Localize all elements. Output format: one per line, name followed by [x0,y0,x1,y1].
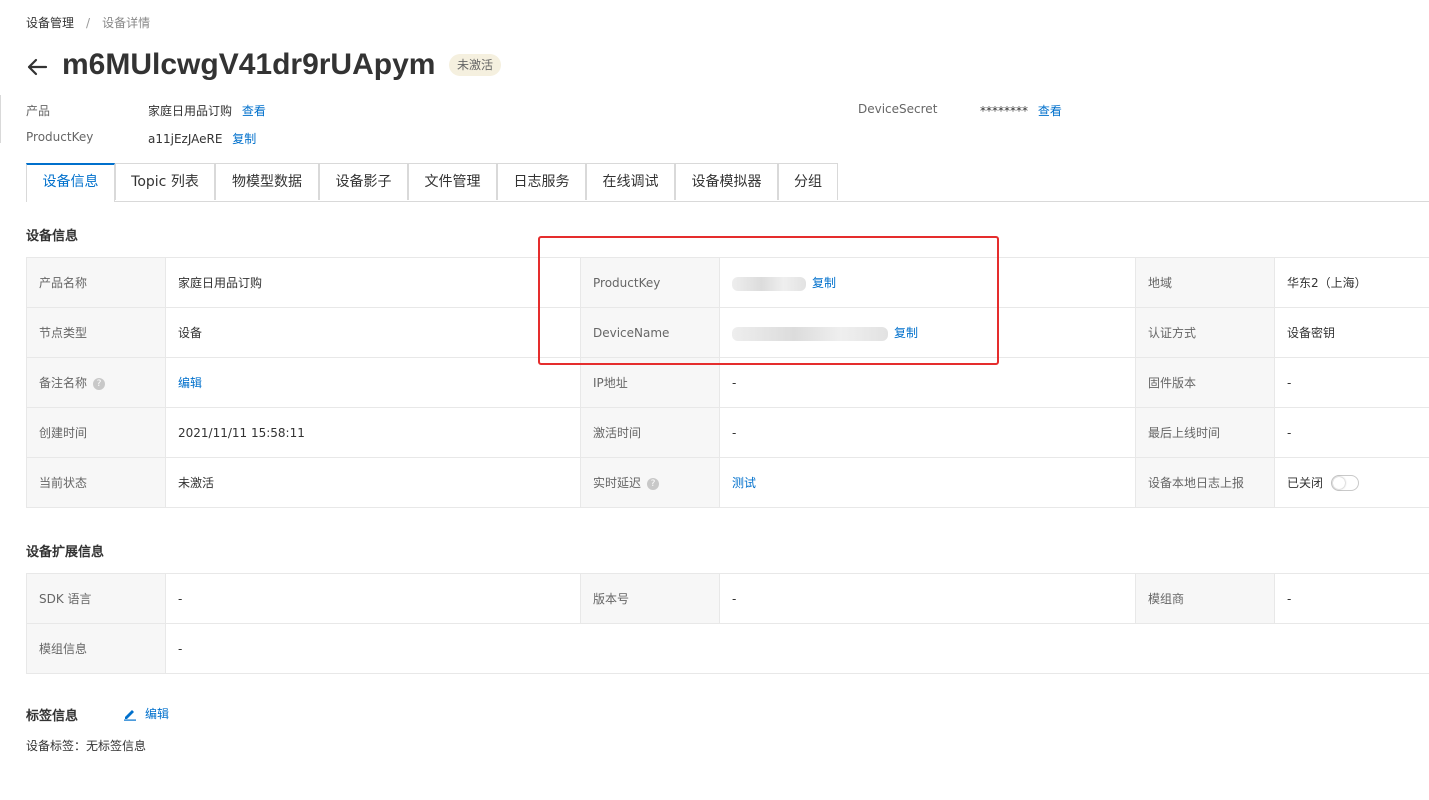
view-product-link[interactable]: 查看 [242,104,266,118]
tab-log-service[interactable]: 日志服务 [497,163,586,200]
latency-cell: 测试 [719,457,1136,508]
vendor-label: 模组商 [1135,573,1275,624]
node-type-label: 节点类型 [26,307,166,358]
ip-value: - [719,357,1136,408]
tab-bar: 设备信息 Topic 列表 物模型数据 设备影子 文件管理 日志服务 在线调试 … [26,163,1429,202]
meta-devicesecret-value: ******** 查看 [980,102,1062,119]
productkey-text: a11jEzJAeRE [148,132,223,146]
ext-info-title: 设备扩展信息 [26,545,105,560]
meta-productkey-value: a11jEzJAeRE 复制 [148,130,256,147]
devicename-label: DeviceName [580,307,720,358]
arrow-left-icon[interactable] [26,56,48,78]
state-label: 当前状态 [26,457,166,508]
ip-label: IP地址 [580,357,720,408]
tab-group[interactable]: 分组 [778,163,838,200]
meta-devicesecret-label: DeviceSecret [858,102,938,116]
activated-label: 激活时间 [580,407,720,458]
last-online-label: 最后上线时间 [1135,407,1275,458]
breadcrumb-separator: / [86,15,91,30]
tags-title: 标签信息 [26,709,79,724]
region-label: 地域 [1135,257,1275,308]
copy-productkey-button[interactable]: 复制 [812,276,836,290]
question-circle-icon[interactable]: ? [647,477,660,490]
created-label: 创建时间 [26,407,166,458]
breadcrumb-current: 设备详情 [102,16,151,30]
table-row: 备注名称? 编辑 IP地址 - 固件版本 - [26,357,1429,408]
alias-label-cell: 备注名称? [26,357,166,408]
firmware-value: - [1274,357,1429,408]
region-value: 华东2（上海） [1274,257,1429,308]
device-tags-line: 设备标签：无标签信息 [26,737,146,754]
device-tags-value: 无标签信息 [86,739,147,753]
table-row: 当前状态 未激活 实时延迟? 测试 设备本地日志上报 已关闭 [26,457,1429,508]
question-circle-icon[interactable]: ? [93,377,106,390]
tab-online-debug[interactable]: 在线调试 [586,163,675,200]
sdk-label: SDK 语言 [26,573,166,624]
local-log-cell: 已关闭 [1274,457,1429,508]
view-devicesecret-link[interactable]: 查看 [1038,104,1062,118]
pencil-icon [123,707,137,721]
copy-productkey-link[interactable]: 复制 [232,132,256,146]
copy-devicename-button[interactable]: 复制 [894,326,918,340]
blurred-productkey [732,276,806,291]
alias-cell: 编辑 [165,357,581,408]
latency-label: 实时延迟 [593,476,642,490]
device-tags-label: 设备标签： [26,739,87,753]
local-log-status: 已关闭 [1287,475,1324,490]
blurred-devicename [732,326,888,341]
state-value: 未激活 [165,457,581,508]
table-row: 模组信息 - [26,623,1429,674]
devicename-cell: 复制 [719,307,1136,358]
version-value: - [719,573,1136,624]
meta-product-label: 产品 [26,104,51,118]
productkey-cell: 复制 [719,257,1136,308]
created-value: 2021/11/11 15:58:11 [165,407,581,458]
breadcrumb-device-management[interactable]: 设备管理 [26,14,74,31]
module-value: - [165,623,1429,674]
firmware-label: 固件版本 [1135,357,1275,408]
product-name-label: 产品名称 [26,257,166,308]
table-row: 产品名称 家庭日用品订购 ProductKey 复制 地域 华东2（上海） [26,257,1429,308]
tab-thing-model-data[interactable]: 物模型数据 [215,163,319,200]
local-log-toggle[interactable] [1331,475,1360,492]
tab-device-shadow[interactable]: 设备影子 [319,163,408,200]
latency-test-button[interactable]: 测试 [732,476,756,490]
tab-device-simulator[interactable]: 设备模拟器 [675,163,778,200]
ext-info-table: SDK 语言 - 版本号 - 模组商 - 模组信息 - [26,573,1429,674]
edit-alias-button[interactable]: 编辑 [178,376,202,390]
auth-method-value: 设备密钥 [1274,307,1429,358]
device-info-title: 设备信息 [26,229,79,244]
auth-method-label: 认证方式 [1135,307,1275,358]
table-row: SDK 语言 - 版本号 - 模组商 - [26,573,1429,624]
sdk-value: - [165,573,581,624]
vendor-value: - [1274,573,1429,624]
device-info-table: 产品名称 家庭日用品订购 ProductKey 复制 地域 华东2（上海） 节点… [26,257,1429,508]
status-badge: 未激活 [449,54,502,76]
devicesecret-masked: ******** [980,104,1028,118]
toggle-knob [1333,477,1346,490]
local-log-label: 设备本地日志上报 [1135,457,1275,508]
tab-device-info[interactable]: 设备信息 [26,163,115,202]
productkey-label: ProductKey [580,257,720,308]
tab-file-management[interactable]: 文件管理 [408,163,497,200]
table-row: 创建时间 2021/11/11 15:58:11 激活时间 - 最后上线时间 - [26,407,1429,458]
node-type-value: 设备 [165,307,581,358]
meta-productkey-label: ProductKey [26,130,94,144]
left-edge-divider [0,95,1,143]
product-name-value: 家庭日用品订购 [165,257,581,308]
latency-label-cell: 实时延迟? [580,457,720,508]
tab-topic-list[interactable]: Topic 列表 [115,163,215,200]
module-label: 模组信息 [26,623,166,674]
table-row: 节点类型 设备 DeviceName 复制 认证方式 设备密钥 [26,307,1429,358]
meta-product-value: 家庭日用品订购 查看 [148,102,266,119]
page-title: m6MUlcwgV41dr9rUApym [62,48,436,81]
edit-tags-button[interactable]: 编辑 [123,705,169,722]
version-label: 版本号 [580,573,720,624]
alias-label: 备注名称 [39,376,88,390]
activated-value: - [719,407,1136,458]
last-online-value: - [1274,407,1429,458]
breadcrumb: 设备管理 / 设备详情 [26,14,150,31]
meta-product-name: 家庭日用品订购 [148,104,233,118]
edit-tags-label: 编辑 [145,707,170,721]
